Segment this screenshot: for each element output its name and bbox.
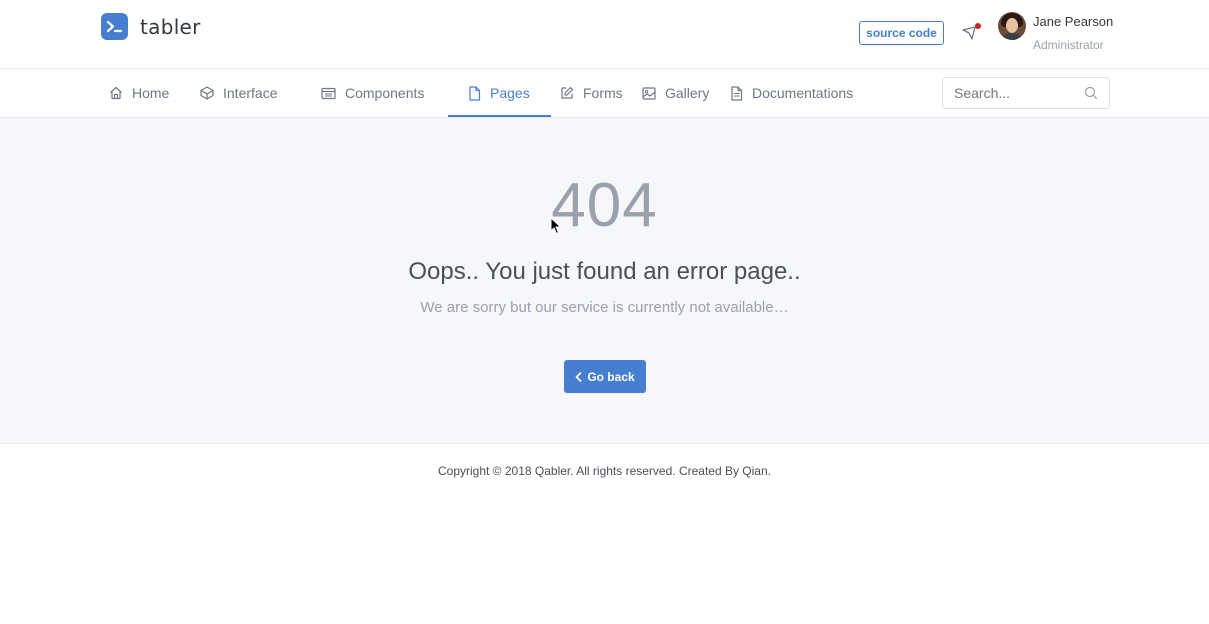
- top-header: tabler source code Jane Pearson Administ…: [0, 0, 1209, 69]
- nav-label: Documentations: [752, 85, 854, 101]
- avatar[interactable]: [998, 12, 1026, 40]
- error-title: Oops.. You just found an error page..: [408, 258, 801, 285]
- nav-item-forms[interactable]: Forms: [560, 69, 623, 117]
- brand-name: tabler: [140, 14, 201, 39]
- nav-item-gallery[interactable]: Gallery: [642, 69, 709, 117]
- nav-label: Components: [345, 85, 425, 101]
- nav-label: Home: [132, 85, 170, 101]
- error-page: 404 Oops.. You just found an error page.…: [0, 118, 1209, 444]
- edit-icon: [561, 86, 574, 99]
- go-back-label: Go back: [587, 369, 635, 384]
- file-text-icon: [731, 85, 743, 101]
- nav-label: Pages: [490, 85, 530, 101]
- user-role: Administrator: [1033, 38, 1104, 52]
- brand[interactable]: tabler: [101, 13, 201, 40]
- error-message: We are sorry but our service is currentl…: [420, 299, 789, 316]
- nav-item-documentations[interactable]: Documentations: [730, 69, 853, 117]
- box-icon: [200, 86, 214, 100]
- chevron-left-icon: [576, 371, 582, 382]
- home-icon: [110, 86, 122, 100]
- nav-item-components[interactable]: Components: [321, 69, 424, 117]
- notification-dot: [975, 23, 981, 29]
- go-back-button[interactable]: Go back: [564, 360, 646, 393]
- nav-label: Forms: [583, 85, 623, 101]
- nav-item-home[interactable]: Home: [109, 69, 169, 117]
- nav-label: Interface: [223, 85, 278, 101]
- calendar-icon: [321, 87, 336, 99]
- bell-icon[interactable]: [961, 23, 981, 42]
- nav-label: Gallery: [665, 85, 710, 101]
- footer: Copyright © 2018 Qabler. All rights rese…: [0, 444, 1209, 624]
- file-icon: [469, 85, 481, 101]
- mouse-cursor-icon: [550, 217, 562, 235]
- source-code-button[interactable]: source code: [859, 21, 944, 45]
- search-icon[interactable]: [1084, 86, 1098, 100]
- image-icon: [642, 86, 656, 100]
- nav-item-interface[interactable]: Interface: [200, 69, 277, 117]
- error-code: 404: [551, 171, 658, 240]
- terminal-icon: [101, 13, 128, 40]
- main-nav: Home Interface Components Pages Forms Ga…: [0, 69, 1209, 118]
- footer-copyright: Copyright © 2018 Qabler. All rights rese…: [437, 464, 771, 478]
- active-tab-indicator: [448, 115, 551, 117]
- nav-item-pages[interactable]: Pages: [468, 69, 530, 117]
- user-name[interactable]: Jane Pearson: [1033, 14, 1113, 29]
